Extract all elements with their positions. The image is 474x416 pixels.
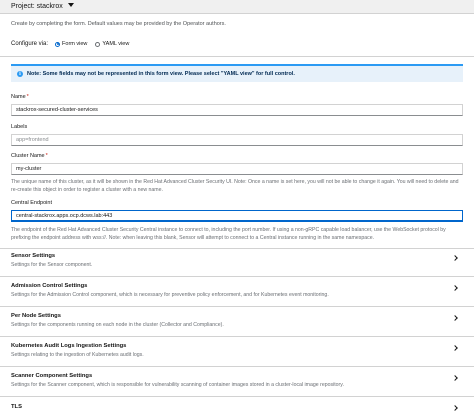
name-input[interactable]: stackrox-secured-cluster-services bbox=[11, 104, 463, 116]
required-marker: * bbox=[45, 153, 48, 159]
section-title: Per Node Settings bbox=[11, 313, 61, 319]
labels-label: Labels bbox=[11, 124, 28, 130]
alert-text: Note: Some fields may not be represented… bbox=[27, 71, 295, 77]
divider bbox=[0, 306, 474, 307]
section-subtitle: Settings for the components running on e… bbox=[11, 322, 224, 328]
divider bbox=[0, 366, 474, 367]
divider bbox=[0, 276, 474, 277]
name-label: Name* bbox=[11, 94, 29, 100]
section-subtitle: Settings relating to the ingestion of Ku… bbox=[11, 352, 144, 358]
section-sensor-settings[interactable]: Sensor Settings Settings for the Sensor … bbox=[11, 253, 463, 268]
info-icon: i bbox=[17, 71, 23, 77]
info-alert: i Note: Some fields may not be represent… bbox=[11, 64, 463, 82]
central-endpoint-input[interactable]: central-stackrox.apps.ocp.dcws.lab:443 bbox=[11, 210, 463, 222]
section-subtitle: Settings for the Scanner component, whic… bbox=[11, 382, 344, 388]
labels-input[interactable]: app=frontend bbox=[11, 134, 463, 146]
divider bbox=[0, 248, 474, 249]
radio-unselected-icon bbox=[95, 41, 101, 47]
configure-via: Configure via: Form view YAML view bbox=[11, 40, 137, 48]
divider bbox=[0, 336, 474, 337]
cluster-name-helper: The unique name of this cluster, as it w… bbox=[11, 179, 459, 193]
project-bar: Project: stackrox bbox=[0, 0, 474, 14]
name-label-text: Name bbox=[11, 94, 26, 100]
section-title: Admission Control Settings bbox=[11, 283, 88, 289]
section-tls[interactable]: TLS bbox=[11, 404, 463, 410]
caret-down-icon bbox=[67, 3, 74, 7]
central-endpoint-label: Central Endpoint bbox=[11, 200, 52, 206]
section-per-node-settings[interactable]: Per Node Settings Settings for the compo… bbox=[11, 313, 463, 328]
project-label: Project: stackrox bbox=[11, 3, 63, 10]
cluster-name-label-text: Cluster Name bbox=[11, 153, 45, 159]
yaml-view-radio[interactable]: YAML view bbox=[95, 41, 129, 47]
section-kubernetes-audit-logs-settings[interactable]: Kubernetes Audit Logs Ingestion Settings… bbox=[11, 343, 463, 358]
divider bbox=[0, 396, 474, 397]
section-title: Sensor Settings bbox=[11, 253, 56, 259]
section-title: Scanner Component Settings bbox=[11, 373, 93, 379]
form-view-radio[interactable]: Form view bbox=[55, 41, 87, 47]
section-admission-control-settings[interactable]: Admission Control Settings Settings for … bbox=[11, 283, 463, 298]
section-title: Kubernetes Audit Logs Ingestion Settings bbox=[11, 343, 127, 349]
yaml-view-label: YAML view bbox=[102, 41, 130, 47]
central-endpoint-helper: The endpoint of the Red Hat Advanced Clu… bbox=[11, 227, 446, 241]
divider bbox=[0, 56, 474, 57]
cluster-name-label: Cluster Name* bbox=[11, 153, 48, 159]
form-view-label: Form view bbox=[62, 41, 88, 47]
project-selector[interactable]: Project: stackrox bbox=[11, 3, 74, 10]
form-description: Create by completing the form. Default v… bbox=[11, 21, 226, 27]
radio-selected-icon bbox=[55, 41, 61, 47]
section-subtitle: Settings for the Sensor component. bbox=[11, 262, 93, 268]
configure-via-label: Configure via: bbox=[11, 41, 49, 47]
section-scanner-component-settings[interactable]: Scanner Component Settings Settings for … bbox=[11, 373, 463, 388]
cluster-name-input[interactable]: my-cluster bbox=[11, 163, 463, 175]
required-marker: * bbox=[26, 94, 29, 100]
section-subtitle: Settings for the Admission Control compo… bbox=[11, 292, 329, 298]
section-title: TLS bbox=[11, 404, 22, 410]
